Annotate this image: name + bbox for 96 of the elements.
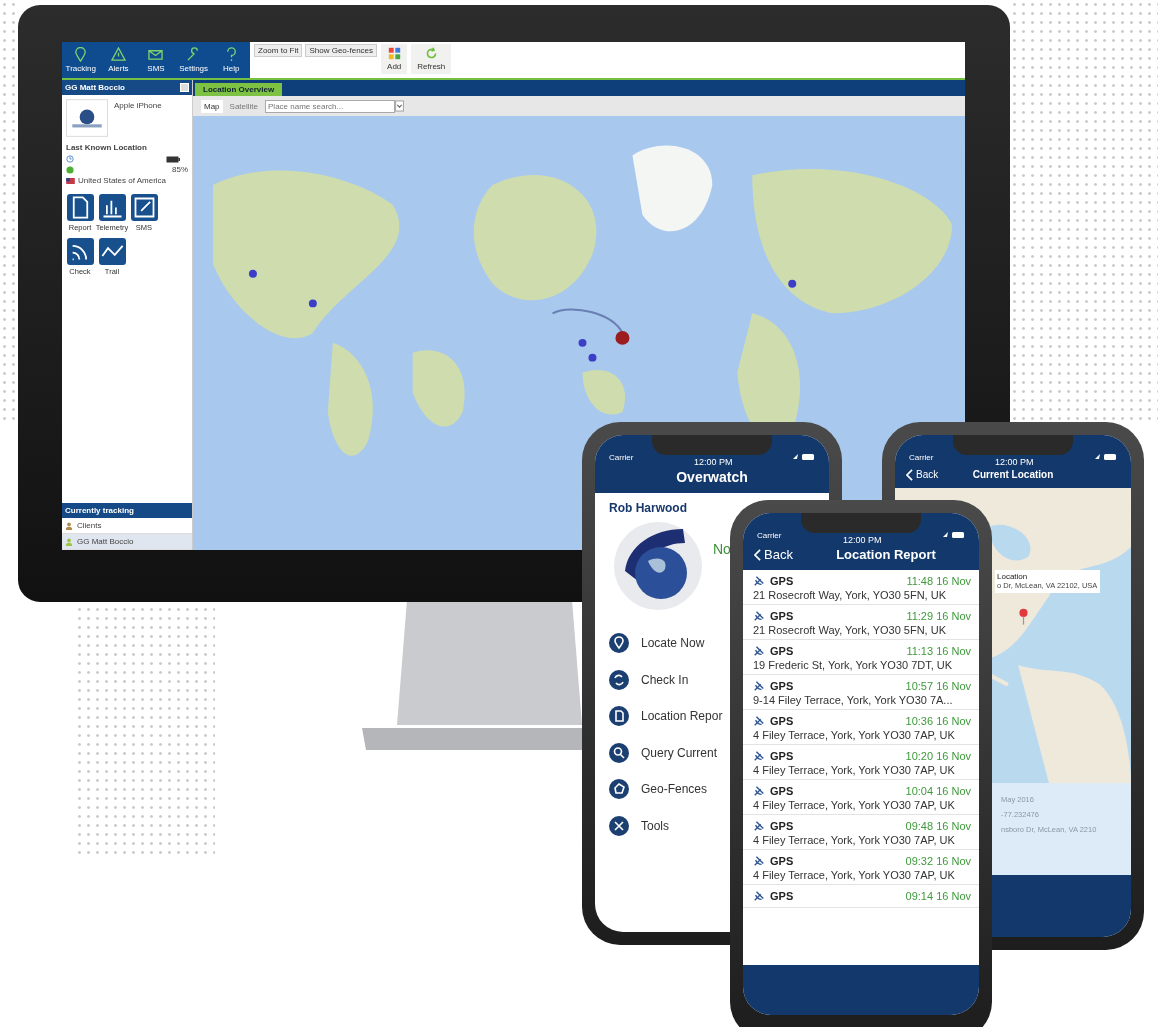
address-text: 19 Frederic St, York, York YO30 7DT, UK (753, 659, 954, 671)
timestamp: 11:48 16 Nov (906, 574, 971, 587)
satellite-icon (753, 609, 765, 622)
status-dot-icon (66, 165, 74, 174)
toolbar-link[interactable]: Show Geo-fences (305, 44, 378, 57)
tools-icon (609, 815, 629, 836)
toolbar-button[interactable]: Refresh (411, 44, 452, 74)
timestamp: 10:04 16 Nov (905, 784, 971, 797)
satellite-icon (753, 714, 765, 727)
address-text: 4 Filey Terrace, York, York YO30 7AP, UK (753, 764, 956, 776)
tracking-row[interactable]: GG Matt Boccio (62, 534, 192, 550)
menu-item[interactable]: Geo-Fences (609, 771, 708, 808)
map-type-button[interactable]: Satellite (226, 99, 262, 113)
signal-icon (66, 238, 94, 265)
tab[interactable]: Location Overview (195, 83, 283, 96)
address-text: 9-14 Filey Terrace, York, York YO30 7A... (753, 694, 954, 706)
menu-item[interactable]: Query Current (609, 734, 718, 771)
satellite-icon (753, 819, 765, 832)
satellite-icon (753, 749, 765, 762)
polygon-icon (609, 779, 629, 800)
search-icon (609, 742, 629, 763)
timestamp: 10:20 16 Nov (905, 749, 971, 762)
satellite-icon (753, 784, 765, 797)
document-icon (609, 706, 629, 727)
satellite-icon (753, 644, 765, 657)
chevron-left-icon (754, 548, 761, 561)
flag-icon (66, 177, 75, 184)
section-title: Currently tracking (65, 506, 134, 515)
battery-icon (166, 155, 180, 163)
address-text: 4 Filey Terrace, York, York YO30 7AP, UK (753, 799, 956, 811)
location-source: GPS (770, 854, 794, 867)
toolbar-button[interactable]: Add (381, 44, 408, 74)
address-text: 4 Filey Terrace, York, York YO30 7AP, UK (753, 729, 956, 741)
nav-button[interactable]: Tracking (62, 42, 100, 78)
warning-icon (110, 47, 126, 62)
refresh-icon (424, 47, 438, 60)
address-text: 21 Rosecroft Way, York, YO30 5FN, UK (753, 624, 947, 636)
address-text: 4 Filey Terrace, York, York YO30 7AP, UK (753, 869, 956, 881)
screen-title: Location Report (836, 547, 936, 562)
search-field[interactable]: Place name search... (265, 99, 396, 113)
location-source: GPS (770, 574, 794, 587)
document-icon (66, 194, 94, 221)
location-source: GPS (770, 749, 794, 762)
panel-title: GG Matt Boccio (65, 83, 125, 92)
location-source: GPS (770, 784, 794, 797)
satellite-icon (753, 889, 765, 902)
satellite-icon (753, 679, 765, 692)
timestamp: 11:13 16 Nov (906, 644, 971, 657)
toolbar-link[interactable]: Zoom to Fit (254, 44, 303, 57)
timestamp: 10:36 16 Nov (905, 714, 971, 727)
location-source: GPS (770, 644, 794, 657)
location-source: GPS (770, 819, 794, 832)
country: United States of America (78, 176, 167, 185)
nav-button[interactable]: SMS (137, 42, 175, 78)
bar-chart-icon (98, 194, 126, 221)
device-name: Apple iPhone (114, 100, 162, 112)
location-source: GPS (770, 679, 794, 692)
section-heading: Last Known Location (65, 142, 148, 154)
timestamp: 09:48 16 Nov (905, 819, 971, 832)
timestamp: 11:29 16 Nov (906, 609, 971, 622)
timestamp: 09:32 16 Nov (905, 854, 971, 867)
screen-title: Current Location (972, 469, 1054, 480)
satellite-icon (753, 854, 765, 867)
address-text: 21 Rosecroft Way, York, YO30 5FN, UK (753, 589, 947, 601)
satellite-icon (753, 574, 765, 587)
menu-item[interactable]: Tools (609, 807, 669, 844)
person-icon (65, 521, 73, 530)
trail-icon (98, 238, 126, 265)
timestamp: 10:57 16 Nov (905, 679, 971, 692)
battery-icon (1095, 453, 1117, 461)
address-text: 4 Filey Terrace, York, York YO30 7AP, UK (753, 834, 956, 846)
nav-button[interactable]: Help (212, 42, 250, 78)
globe-logo-icon (66, 99, 108, 137)
location-source: GPS (770, 609, 794, 622)
timestamp: 09:14 16 Nov (905, 889, 971, 902)
battery-level: 85% (172, 165, 188, 174)
status-time: 12:00 PM (994, 456, 1034, 467)
pin-icon (73, 47, 89, 62)
map-pin-icon (1019, 608, 1028, 625)
location-source: GPS (770, 714, 794, 727)
callout-title: Location (997, 572, 1029, 581)
add-icon (387, 47, 401, 60)
menu-item[interactable]: Check In (609, 661, 689, 698)
back-button[interactable]: Back (751, 547, 793, 562)
nav-button[interactable]: Alerts (99, 42, 138, 78)
nav-button[interactable]: Settings (174, 42, 213, 78)
pin-icon (609, 633, 629, 654)
clock-icon (66, 155, 74, 163)
location-source: GPS (770, 889, 794, 902)
menu-item[interactable]: Location Repor (609, 698, 723, 735)
person-icon (65, 537, 73, 546)
menu-item[interactable]: Locate Now (609, 625, 705, 662)
sync-icon (609, 669, 629, 690)
envelope-icon (148, 47, 164, 62)
edit-icon (130, 194, 158, 221)
map-type-button[interactable]: Map (201, 99, 223, 113)
